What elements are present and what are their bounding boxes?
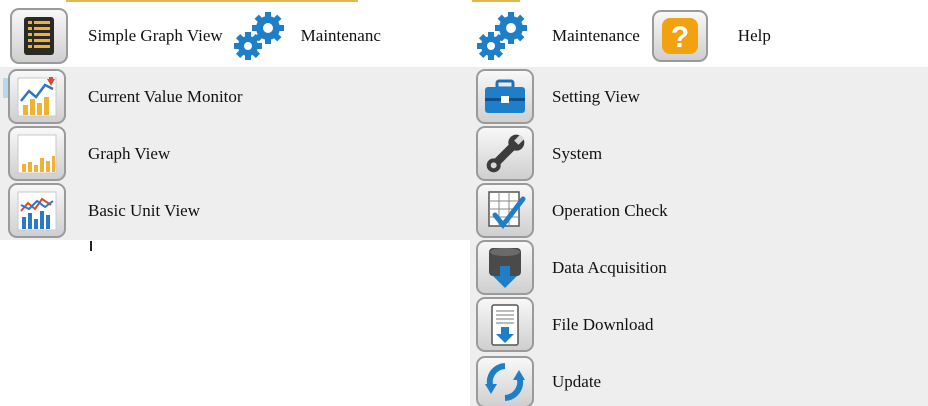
dropdown-label-update: Update bbox=[552, 371, 602, 391]
bar-chart-icon bbox=[8, 126, 66, 181]
file-download-icon bbox=[476, 297, 534, 352]
multi-chart-icon bbox=[8, 183, 66, 238]
menu-item-help[interactable]: ? Help bbox=[651, 6, 771, 66]
menu-item-simple-graph-view[interactable]: Simple Graph View bbox=[10, 6, 223, 66]
dropdown-label-data-acquisition: Data Acquisition bbox=[552, 257, 667, 277]
chart-alert-icon bbox=[8, 69, 66, 124]
dropdown-item-operation-check[interactable]: Operation Check bbox=[470, 182, 928, 239]
dropdown-item-data-acquisition[interactable]: Data Acquisition bbox=[470, 239, 928, 296]
dropdown-item-basic-unit-view[interactable]: Basic Unit View bbox=[0, 182, 470, 239]
menu-item-maintenance-left[interactable]: Maintenanc bbox=[229, 6, 381, 66]
dropdown-label-basic-unit-view: Basic Unit View bbox=[88, 200, 200, 220]
menu-label-maintenance-left: Maintenanc bbox=[300, 26, 381, 45]
dropdown-label-file-download: File Download bbox=[552, 314, 654, 334]
menu-label-help: Help bbox=[737, 26, 771, 45]
list-icon bbox=[10, 8, 68, 64]
dropdown-label-graph-view: Graph View bbox=[88, 143, 171, 163]
menu-item-maintenance[interactable]: Maintenance bbox=[472, 6, 640, 66]
top-accent-line-left bbox=[66, 0, 358, 2]
dropdown-item-system[interactable]: System bbox=[470, 125, 928, 182]
refresh-icon bbox=[476, 355, 534, 406]
dropdown-item-graph-view[interactable]: Graph View bbox=[0, 125, 470, 182]
database-download-icon bbox=[476, 240, 534, 295]
menu-label-simple-graph-view: Simple Graph View bbox=[88, 26, 223, 45]
left-menubar: Simple Graph View Maintenanc bbox=[0, 6, 470, 66]
dropdown-label-current-value-monitor: Current Value Monitor bbox=[88, 86, 243, 106]
dropdown-item-current-value-monitor[interactable]: Current Value Monitor bbox=[0, 68, 470, 125]
left-dropdown-menu: Current Value Monitor Graph View Basic U… bbox=[0, 67, 470, 240]
right-dropdown-menu: Setting View System Operation Check Data… bbox=[470, 67, 928, 406]
dropdown-label-operation-check: Operation Check bbox=[552, 200, 668, 220]
checklist-icon bbox=[476, 183, 534, 238]
right-menubar: Maintenance ? Help bbox=[470, 6, 928, 66]
gears-icon bbox=[229, 6, 291, 66]
dropdown-label-setting-view: Setting View bbox=[552, 86, 640, 106]
menu-label-maintenance: Maintenance bbox=[552, 26, 640, 45]
dropdown-item-setting-view[interactable]: Setting View bbox=[470, 68, 928, 125]
wrench-icon bbox=[476, 126, 534, 181]
help-icon: ? bbox=[651, 10, 708, 62]
dropdown-item-file-download[interactable]: File Download bbox=[470, 296, 928, 353]
svg-text:?: ? bbox=[671, 21, 689, 54]
text-cursor bbox=[90, 241, 92, 251]
gears-icon bbox=[472, 6, 534, 66]
dropdown-item-update[interactable]: Update bbox=[470, 353, 928, 406]
top-accent-line-right bbox=[472, 0, 520, 2]
toolbox-icon bbox=[476, 69, 534, 124]
dropdown-label-system: System bbox=[552, 143, 603, 163]
